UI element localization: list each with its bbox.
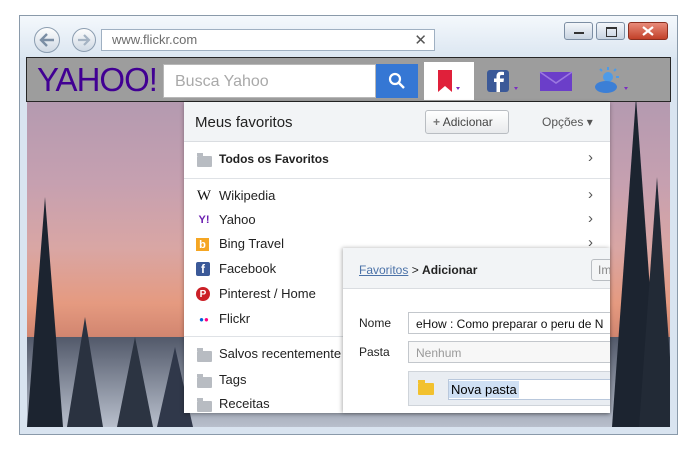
folder-icon xyxy=(418,380,434,395)
close-window-button[interactable] xyxy=(628,22,668,40)
tree-silhouette xyxy=(117,337,153,427)
maximize-icon xyxy=(606,27,617,37)
address-url: www.flickr.com xyxy=(112,32,198,47)
folder-select[interactable]: Nenhum xyxy=(408,341,610,363)
flickr-icon: ● ● xyxy=(199,314,209,324)
name-label: Nome xyxy=(359,316,392,330)
plus-icon: + xyxy=(433,115,441,129)
all-favorites-label: Todos os Favoritos xyxy=(219,152,329,166)
favorite-label: Wikipedia xyxy=(219,188,276,203)
maximize-button[interactable] xyxy=(596,22,625,40)
folder-label: Tags xyxy=(219,372,247,387)
import-button[interactable]: Im xyxy=(591,259,610,281)
folder-label: Receitas xyxy=(219,396,270,411)
new-folder-name: Nova pasta xyxy=(449,381,519,398)
tree-silhouette xyxy=(67,317,103,427)
chevron-right-icon: › xyxy=(588,210,593,227)
minimize-button[interactable] xyxy=(564,22,593,40)
add-favorite-dialog: Favoritos > Adicionar Im Nome eHow : Com… xyxy=(343,248,610,413)
tree-silhouette xyxy=(639,177,670,427)
chevron-right-icon: › xyxy=(588,186,593,203)
back-button[interactable] xyxy=(34,27,60,53)
bookmarks-button[interactable] xyxy=(424,62,474,100)
tree-silhouette xyxy=(27,197,63,427)
clear-address-icon[interactable]: ✕ xyxy=(414,31,427,49)
favorite-item-wikipedia[interactable]: W Wikipedia › xyxy=(184,185,610,207)
yahoo-icon: Y! xyxy=(198,214,210,226)
folder-icon xyxy=(196,396,212,412)
bookmark-icon xyxy=(438,70,460,92)
close-icon xyxy=(642,26,654,36)
folder-label: Salvos recentemente xyxy=(219,346,342,361)
favorite-item-yahoo[interactable]: Y! Yahoo › xyxy=(184,209,610,231)
forward-arrow-icon xyxy=(78,34,91,46)
back-arrow-icon xyxy=(39,33,54,47)
name-field[interactable]: eHow : Como preparar o peru de N xyxy=(408,312,610,334)
minimize-icon xyxy=(574,32,584,34)
chevron-right-icon: › xyxy=(588,149,593,166)
facebook-icon xyxy=(487,70,518,92)
favorite-label: Yahoo xyxy=(219,212,256,227)
address-bar[interactable]: www.flickr.com ✕ xyxy=(101,29,435,51)
favorites-title: Meus favoritos xyxy=(195,114,293,131)
add-dialog-header: Favoritos > Adicionar Im xyxy=(343,248,610,289)
mail-icon xyxy=(539,71,573,91)
new-folder-input[interactable]: Nova pasta xyxy=(448,379,610,400)
yahoo-search-button[interactable] xyxy=(376,64,418,98)
folder-icon xyxy=(196,151,212,167)
favorites-header: Meus favoritos + Adicionar Opções ▾ xyxy=(184,102,610,142)
facebook-button[interactable] xyxy=(480,62,526,100)
folder-label: Pasta xyxy=(359,345,390,359)
favorite-label: Facebook xyxy=(219,261,277,276)
favorite-label: Pinterest / Home xyxy=(219,286,316,301)
chevron-down-icon: ▾ xyxy=(586,115,593,129)
breadcrumb-separator: > xyxy=(408,263,423,277)
wikipedia-icon: W xyxy=(196,187,212,204)
breadcrumb-current: Adicionar xyxy=(422,263,478,277)
bing-icon: b xyxy=(196,238,209,251)
yahoo-search-input[interactable]: Busca Yahoo xyxy=(163,64,376,98)
yahoo-logo[interactable]: YAHOO! xyxy=(37,61,158,99)
facebook-icon: f xyxy=(196,262,210,276)
folder-icon xyxy=(196,346,212,362)
divider xyxy=(184,178,610,179)
search-icon xyxy=(388,72,405,89)
favorite-label: Flickr xyxy=(219,311,251,326)
search-placeholder: Busca Yahoo xyxy=(175,73,269,90)
add-button-label: Adicionar xyxy=(442,115,493,129)
mail-button[interactable] xyxy=(536,62,576,100)
breadcrumb: Favoritos > Adicionar xyxy=(359,263,477,277)
options-menu[interactable]: Opções ▾ xyxy=(542,115,593,129)
folder-icon xyxy=(196,372,212,388)
weather-icon xyxy=(595,67,628,93)
forward-button[interactable] xyxy=(72,28,96,52)
all-favorites-row[interactable]: Todos os Favoritos › xyxy=(184,148,610,170)
new-folder-area: Nova pasta xyxy=(408,371,610,406)
options-label: Opções xyxy=(542,115,584,129)
breadcrumb-link-favorites[interactable]: Favoritos xyxy=(359,263,408,277)
favorite-label: Bing Travel xyxy=(219,236,285,251)
add-favorite-button[interactable]: + Adicionar xyxy=(425,110,509,134)
weather-button[interactable] xyxy=(588,62,634,100)
pinterest-icon: P xyxy=(196,287,210,301)
